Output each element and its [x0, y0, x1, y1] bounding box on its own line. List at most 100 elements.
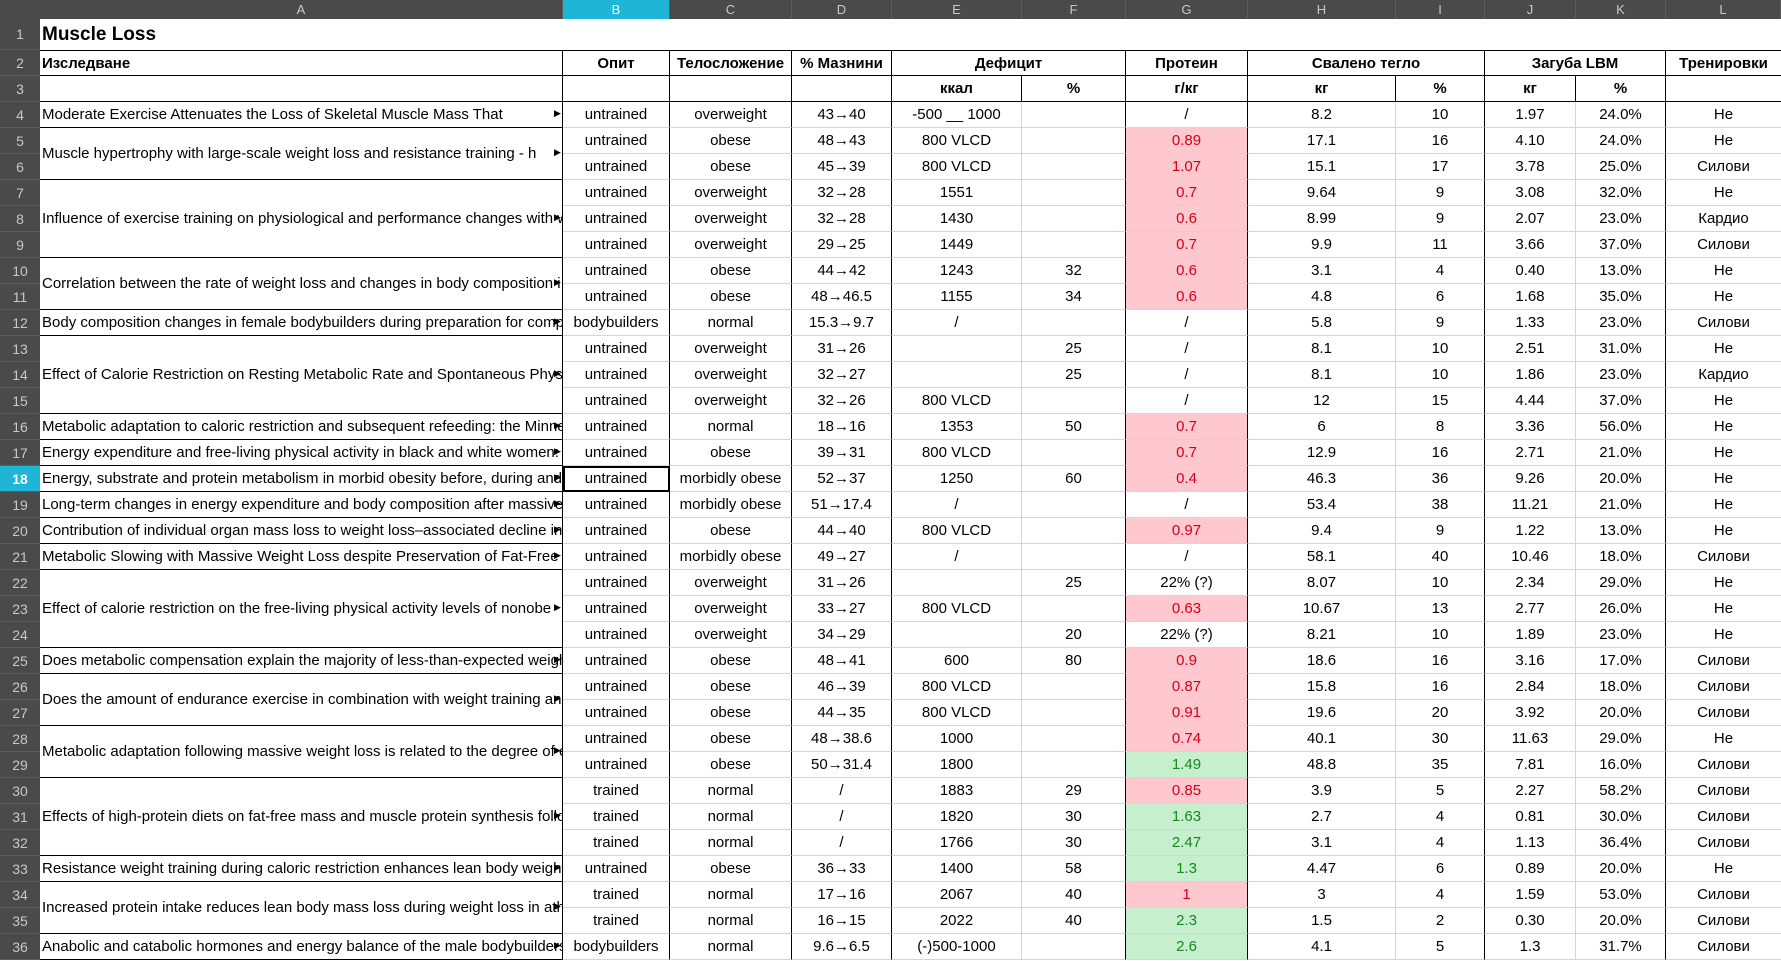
cell-weight-lost-kg[interactable]: 4.8 — [1248, 284, 1396, 310]
cell-physique[interactable]: obese — [670, 518, 792, 544]
cell-weight-lost-percent[interactable]: 6 — [1396, 856, 1485, 882]
cell-weight-lost-kg[interactable]: 8.21 — [1248, 622, 1396, 648]
study-title[interactable]: Increased protein intake reduces lean bo… — [40, 882, 563, 934]
cell-deficit-kcal[interactable] — [892, 570, 1022, 596]
column-header-l[interactable]: L — [1666, 0, 1781, 19]
cell-fat-percent[interactable]: 43→40 — [792, 102, 892, 128]
cell-deficit-kcal[interactable]: 800 VLCD — [892, 596, 1022, 622]
column-header-b[interactable]: B — [563, 0, 670, 19]
cell-protein[interactable]: 0.6 — [1126, 258, 1248, 284]
cell-deficit-percent[interactable]: 32 — [1022, 258, 1126, 284]
cell-weight-lost-percent[interactable]: 20 — [1396, 700, 1485, 726]
cell-lbm-loss-kg[interactable]: 1.33 — [1485, 310, 1576, 336]
column-header-d[interactable]: D — [792, 0, 892, 19]
row-header-17[interactable]: 17 — [0, 440, 40, 466]
cell-fat-percent[interactable]: 17→16 — [792, 882, 892, 908]
header-physique[interactable]: Телосложение — [670, 50, 792, 76]
cell-training[interactable]: Не — [1666, 414, 1781, 440]
cell-physique[interactable]: obese — [670, 258, 792, 284]
cell-lbm-loss-kg[interactable]: 2.07 — [1485, 206, 1576, 232]
cell-protein[interactable]: 0.7 — [1126, 440, 1248, 466]
study-title[interactable]: Metabolic adaptation to caloric restrict… — [40, 414, 563, 440]
column-header-f[interactable]: F — [1022, 0, 1126, 19]
header-weight-lost[interactable]: Свалено тегло — [1248, 50, 1485, 76]
cell-deficit-kcal[interactable]: 1883 — [892, 778, 1022, 804]
cell-deficit-kcal[interactable]: 800 VLCD — [892, 700, 1022, 726]
cell-weight-lost-kg[interactable]: 1.5 — [1248, 908, 1396, 934]
cell-experience[interactable]: untrained — [563, 570, 670, 596]
cell-training[interactable]: Не — [1666, 466, 1781, 492]
row-header-12[interactable]: 12 — [0, 310, 40, 336]
cell-training[interactable]: Силови — [1666, 674, 1781, 700]
row-header-35[interactable]: 35 — [0, 908, 40, 934]
row-header-30[interactable]: 30 — [0, 778, 40, 804]
cell-physique[interactable]: morbidly obese — [670, 466, 792, 492]
cell-lbm-loss-percent[interactable]: 13.0% — [1576, 258, 1666, 284]
cell-weight-lost-percent[interactable]: 2 — [1396, 908, 1485, 934]
cell-fat-percent[interactable]: 45→39 — [792, 154, 892, 180]
cell-training[interactable]: Силови — [1666, 934, 1781, 960]
cell-protein[interactable]: 1.63 — [1126, 804, 1248, 830]
cell-weight-lost-kg[interactable]: 8.99 — [1248, 206, 1396, 232]
header-protein[interactable]: Протеин — [1126, 50, 1248, 76]
cell-physique[interactable]: normal — [670, 934, 792, 960]
cell-fat-percent[interactable]: 48→38.6 — [792, 726, 892, 752]
cell-training[interactable]: Силови — [1666, 544, 1781, 570]
row-header-26[interactable]: 26 — [0, 674, 40, 700]
cell-fat-percent[interactable]: 9.6→6.5 — [792, 934, 892, 960]
cell-lbm-loss-kg[interactable]: 11.63 — [1485, 726, 1576, 752]
cell-weight-lost-kg[interactable]: 12 — [1248, 388, 1396, 414]
cell-fat-percent[interactable]: 16→15 — [792, 908, 892, 934]
study-title[interactable]: Moderate Exercise Attenuates the Loss of… — [40, 102, 563, 128]
cell-protein[interactable]: 0.6 — [1126, 284, 1248, 310]
cell-fat-percent[interactable]: 32→26 — [792, 388, 892, 414]
cell-lbm-loss-kg[interactable]: 7.81 — [1485, 752, 1576, 778]
header-experience[interactable]: Опит — [563, 50, 670, 76]
row-header-22[interactable]: 22 — [0, 570, 40, 596]
cell-lbm-loss-percent[interactable]: 13.0% — [1576, 518, 1666, 544]
cell-lbm-loss-kg[interactable]: 3.36 — [1485, 414, 1576, 440]
cell-lbm-loss-kg[interactable]: 1.97 — [1485, 102, 1576, 128]
study-title[interactable]: Correlation between the rate of weight l… — [40, 258, 563, 310]
subheader-empty-d[interactable] — [792, 76, 892, 102]
cell-deficit-percent[interactable] — [1022, 934, 1126, 960]
row-header-1[interactable]: 1 — [0, 19, 40, 50]
cell-lbm-loss-kg[interactable]: 0.89 — [1485, 856, 1576, 882]
cell-deficit-kcal[interactable]: 1800 — [892, 752, 1022, 778]
cell-fat-percent[interactable]: 31→26 — [792, 336, 892, 362]
cell-protein[interactable]: 0.97 — [1126, 518, 1248, 544]
subheader-k[interactable]: % — [1576, 76, 1666, 102]
cell-training[interactable]: Не — [1666, 180, 1781, 206]
study-title[interactable]: Metabolic Slowing with Massive Weight Lo… — [40, 544, 563, 570]
subheader-empty-l[interactable] — [1666, 76, 1781, 102]
cell-experience[interactable]: untrained — [563, 648, 670, 674]
cell-deficit-percent[interactable]: 40 — [1022, 882, 1126, 908]
row-header-7[interactable]: 7 — [0, 180, 40, 206]
row-header-3[interactable]: 3 — [0, 76, 40, 102]
cell-deficit-percent[interactable] — [1022, 492, 1126, 518]
cell-weight-lost-percent[interactable]: 6 — [1396, 284, 1485, 310]
cell-lbm-loss-percent[interactable]: 29.0% — [1576, 570, 1666, 596]
cell-weight-lost-percent[interactable]: 8 — [1396, 414, 1485, 440]
cell-experience[interactable]: untrained — [563, 674, 670, 700]
cell-protein[interactable]: / — [1126, 336, 1248, 362]
cell-weight-lost-kg[interactable]: 12.9 — [1248, 440, 1396, 466]
cell-deficit-kcal[interactable]: 800 VLCD — [892, 128, 1022, 154]
cell-physique[interactable]: obese — [670, 648, 792, 674]
cell-lbm-loss-percent[interactable]: 20.0% — [1576, 856, 1666, 882]
cell-experience[interactable]: untrained — [563, 622, 670, 648]
cell-protein[interactable]: 1.49 — [1126, 752, 1248, 778]
cell-protein[interactable]: 0.74 — [1126, 726, 1248, 752]
study-title[interactable]: Body composition changes in female bodyb… — [40, 310, 563, 336]
cell-experience[interactable]: untrained — [563, 102, 670, 128]
cell-fat-percent[interactable]: / — [792, 804, 892, 830]
cell-weight-lost-percent[interactable]: 10 — [1396, 336, 1485, 362]
cell-experience[interactable]: untrained — [563, 154, 670, 180]
cell-weight-lost-percent[interactable]: 13 — [1396, 596, 1485, 622]
cell-weight-lost-percent[interactable]: 5 — [1396, 778, 1485, 804]
cell-weight-lost-kg[interactable]: 9.9 — [1248, 232, 1396, 258]
cell-lbm-loss-percent[interactable]: 21.0% — [1576, 440, 1666, 466]
cell-lbm-loss-percent[interactable]: 24.0% — [1576, 102, 1666, 128]
cell-training[interactable]: Силови — [1666, 752, 1781, 778]
cell-physique[interactable]: overweight — [670, 570, 792, 596]
